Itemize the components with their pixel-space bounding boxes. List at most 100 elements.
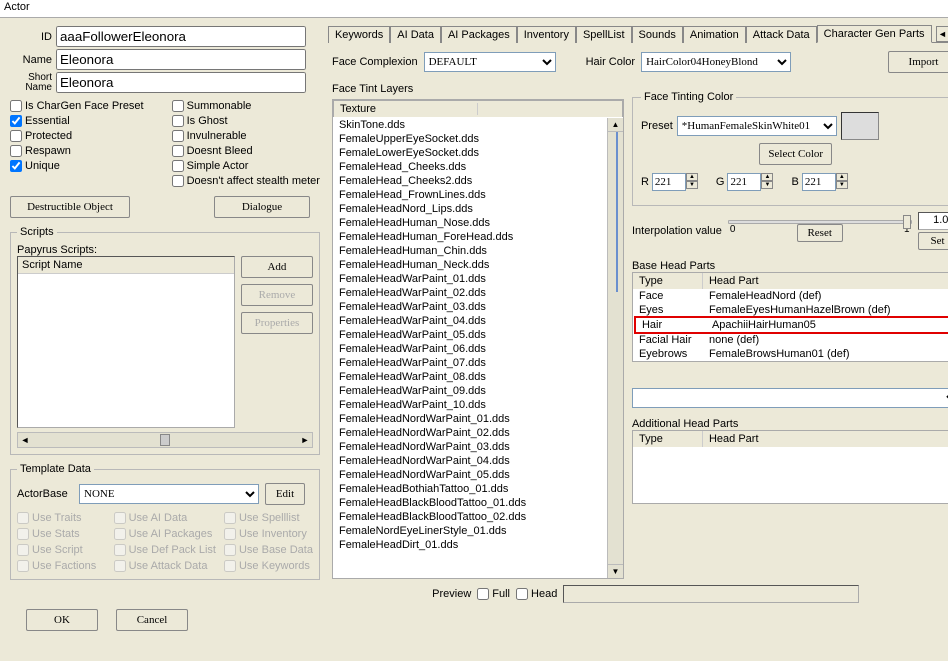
ok-button[interactable]: OK [26, 609, 98, 631]
set-button[interactable]: Set [918, 232, 948, 250]
interp-slider[interactable] [728, 220, 912, 224]
cancel-button[interactable]: Cancel [116, 609, 188, 631]
texture-item[interactable]: FemaleHeadNordWarPaint_04.dds [333, 454, 607, 468]
tab-sounds[interactable]: Sounds [632, 26, 683, 43]
texture-item[interactable]: FemaleHeadNord_Lips.dds [333, 202, 607, 216]
texture-item[interactable]: SkinTone.dds [333, 118, 607, 132]
flag-essential[interactable]: Essential [10, 114, 144, 128]
base-head-parts-label: Base Head Parts [632, 260, 948, 272]
flag-summonable[interactable]: Summonable [172, 99, 320, 113]
shortname-input[interactable] [56, 72, 306, 93]
select-color-button[interactable]: Select Color [759, 143, 832, 165]
tmpl-use-ai-packages: Use AI Packages [114, 527, 216, 541]
texture-item[interactable]: FemaleLowerEyeSocket.dds [333, 146, 607, 160]
texture-item[interactable]: FemaleHeadNordWarPaint_03.dds [333, 440, 607, 454]
scripts-header: Papyrus Scripts: [17, 244, 313, 256]
tmpl-use-base-data: Use Base Data [224, 543, 313, 557]
texture-item[interactable]: FemaleHeadWarPaint_03.dds [333, 300, 607, 314]
texture-item[interactable]: FemaleHeadDirt_01.dds [333, 538, 607, 552]
texture-item[interactable]: FemaleHeadWarPaint_08.dds [333, 370, 607, 384]
tab-animation[interactable]: Animation [683, 26, 746, 43]
scale-0: 0 [730, 224, 736, 242]
table-row[interactable]: FaceFemaleHeadNord (def) [633, 289, 948, 303]
reset-button[interactable]: Reset [797, 224, 843, 242]
r-spinner[interactable]: ▲▼ [652, 173, 698, 191]
table-row[interactable]: Facial Hairnone (def) [633, 333, 948, 347]
scripts-list[interactable]: Script Name [17, 256, 235, 428]
texture-list[interactable]: Texture SkinTone.ddsFemaleUpperEyeSocket… [332, 99, 624, 579]
tab-ai-packages[interactable]: AI Packages [441, 26, 517, 43]
texture-item[interactable]: FemaleHeadWarPaint_10.dds [333, 398, 607, 412]
flag-protected[interactable]: Protected [10, 129, 144, 143]
flag-doesn-t-affect-stealth-meter[interactable]: Doesn't affect stealth meter [172, 174, 320, 188]
table-row[interactable]: EyesFemaleEyesHumanHazelBrown (def) [633, 303, 948, 317]
actorbase-select[interactable]: NONE [79, 484, 259, 504]
tab-inventory[interactable]: Inventory [517, 26, 576, 43]
table-row[interactable]: HairApachiiHairHuman05 [634, 316, 948, 334]
flag-is-chargen-face-preset[interactable]: Is CharGen Face Preset [10, 99, 144, 113]
texture-item[interactable]: FemaleHead_Cheeks2.dds [333, 174, 607, 188]
destructible-button[interactable]: Destructible Object [10, 196, 130, 218]
add-button[interactable]: Add [241, 256, 313, 278]
table-row[interactable]: EyebrowsFemaleBrowsHuman01 (def) [633, 347, 948, 361]
texture-item[interactable]: FemaleHeadHuman_ForeHead.dds [333, 230, 607, 244]
window-title: Actor [0, 0, 948, 18]
texture-item[interactable]: FemaleHeadBlackBloodTattoo_02.dds [333, 510, 607, 524]
tab-attack-data[interactable]: Attack Data [746, 26, 817, 43]
preset-select[interactable]: *HumanFemaleSkinWhite01 [677, 116, 837, 136]
dialogue-button[interactable]: Dialogue [214, 196, 310, 218]
hair-color-select[interactable]: HairColor04HoneyBlond [641, 52, 791, 72]
texture-item[interactable]: FemaleHeadWarPaint_07.dds [333, 356, 607, 370]
g-spinner[interactable]: ▲▼ [727, 173, 773, 191]
full-checkbox[interactable]: Full [477, 587, 510, 601]
edit-button[interactable]: Edit [265, 483, 305, 505]
texture-vscroll[interactable]: ▲▼ [607, 118, 623, 578]
tab-keywords[interactable]: Keywords [328, 26, 390, 43]
head-checkbox[interactable]: Head [516, 587, 557, 601]
texture-item[interactable]: FemaleHeadHuman_Nose.dds [333, 216, 607, 230]
tmpl-use-def-pack-list: Use Def Pack List [114, 543, 216, 557]
texture-item[interactable]: FemaleHeadWarPaint_09.dds [333, 384, 607, 398]
texture-item[interactable]: FemaleHeadWarPaint_06.dds [333, 342, 607, 356]
headpart-select[interactable] [632, 388, 948, 408]
texture-item[interactable]: FemaleHeadWarPaint_02.dds [333, 286, 607, 300]
flag-is-ghost[interactable]: Is Ghost [172, 114, 320, 128]
name-input[interactable] [56, 49, 306, 70]
texture-item[interactable]: FemaleHeadBlackBloodTattoo_01.dds [333, 496, 607, 510]
scripts-hscroll[interactable]: ◄► [17, 432, 313, 448]
flag-respawn[interactable]: Respawn [10, 144, 144, 158]
face-complexion-select[interactable]: DEFAULT [424, 52, 556, 72]
scripts-legend: Scripts [17, 226, 57, 238]
texture-item[interactable]: FemaleHeadHuman_Neck.dds [333, 258, 607, 272]
texture-item[interactable]: FemaleHeadNordWarPaint_05.dds [333, 468, 607, 482]
name-label: Name [10, 54, 56, 66]
texture-item[interactable]: FemaleHeadNordWarPaint_01.dds [333, 412, 607, 426]
add-head-parts-table[interactable]: TypeHead Part [632, 430, 948, 504]
texture-item[interactable]: FemaleUpperEyeSocket.dds [333, 132, 607, 146]
texture-item[interactable]: FemaleHeadWarPaint_01.dds [333, 272, 607, 286]
texture-item[interactable]: FemaleHeadHuman_Chin.dds [333, 244, 607, 258]
properties-button: Properties [241, 312, 313, 334]
flag-simple-actor[interactable]: Simple Actor [172, 159, 320, 173]
col-type2: Type [633, 431, 703, 447]
texture-item[interactable]: FemaleNordEyeLinerStyle_01.dds [333, 524, 607, 538]
flag-unique[interactable]: Unique [10, 159, 144, 173]
flag-invulnerable[interactable]: Invulnerable [172, 129, 320, 143]
tab-spelllist[interactable]: SpellList [576, 26, 632, 43]
texture-item[interactable]: FemaleHeadWarPaint_04.dds [333, 314, 607, 328]
texture-item[interactable]: FemaleHeadWarPaint_05.dds [333, 328, 607, 342]
base-head-parts-table[interactable]: TypeHead Part FaceFemaleHeadNord (def)Ey… [632, 272, 948, 362]
texture-item[interactable]: FemaleHeadNordWarPaint_02.dds [333, 426, 607, 440]
tab-character-gen-parts[interactable]: Character Gen Parts [817, 25, 932, 43]
texture-item[interactable]: FemaleHeadBothiahTattoo_01.dds [333, 482, 607, 496]
texture-item[interactable]: FemaleHead_Cheeks.dds [333, 160, 607, 174]
id-input[interactable] [56, 26, 306, 47]
tab-scroll-left[interactable]: ◄ [936, 26, 948, 42]
tab-ai-data[interactable]: AI Data [390, 26, 441, 43]
import-button[interactable]: Import [888, 51, 948, 73]
b-spinner[interactable]: ▲▼ [802, 173, 848, 191]
r-label: R [641, 176, 649, 188]
flag-doesnt-bleed[interactable]: Doesnt Bleed [172, 144, 320, 158]
texture-item[interactable]: FemaleHead_FrownLines.dds [333, 188, 607, 202]
texture-column: Texture [340, 103, 478, 115]
